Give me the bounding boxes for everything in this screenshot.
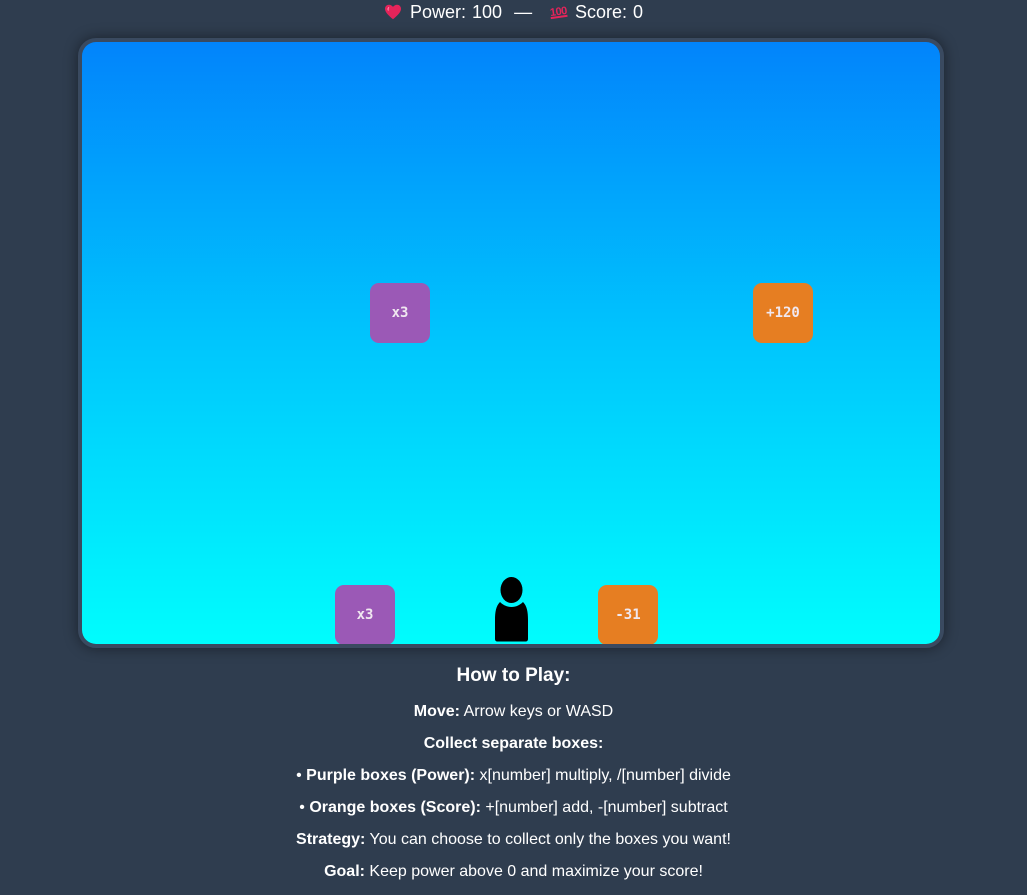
orange-text: +[number] add, -[number] subtract (480, 799, 728, 816)
heart-icon (385, 4, 401, 20)
hundred-points-icon: 100 (549, 4, 568, 20)
purple-text: x[number] multiply, /[number] divide (475, 767, 731, 784)
strategy-instruction: Strategy: You can choose to collect only… (0, 824, 1027, 856)
instructions-panel: How to Play: Move: Arrow keys or WASD Co… (0, 660, 1027, 888)
power-box-label: x3 (391, 305, 409, 321)
orange-bullet: • (299, 799, 310, 816)
goal-label: Goal: (324, 863, 365, 880)
power-value: 100 (472, 1, 503, 22)
strategy-label: Strategy: (296, 831, 366, 848)
move-text: Arrow keys or WASD (460, 703, 614, 720)
hud-separator: — (514, 1, 533, 22)
orange-instruction: • Orange boxes (Score): +[number] add, -… (0, 792, 1027, 824)
game-canvas[interactable]: x3 +120 x3 -31 (82, 42, 940, 644)
collect-instruction: Collect separate boxes: (0, 728, 1027, 760)
score-label: Score: (574, 1, 627, 22)
power-box[interactable]: x3 (370, 283, 430, 343)
score-box-label: +120 (766, 305, 800, 321)
goal-instruction: Goal: Keep power above 0 and maximize yo… (0, 856, 1027, 888)
purple-instruction: • Purple boxes (Power): x[number] multip… (0, 760, 1027, 792)
score-box[interactable]: +120 (753, 283, 813, 343)
move-label: Move: (413, 703, 460, 720)
goal-text: Keep power above 0 and maximize your sco… (364, 863, 703, 880)
score-box-label: -31 (615, 607, 641, 623)
person-silhouette-icon[interactable] (494, 576, 529, 642)
orange-label: Orange boxes (Score): (309, 799, 481, 816)
instructions-title: How to Play: (456, 665, 571, 686)
collect-label: Collect separate boxes: (423, 735, 604, 752)
power-box-label: x3 (356, 607, 374, 623)
move-instruction: Move: Arrow keys or WASD (0, 696, 1027, 728)
power-box[interactable]: x3 (335, 585, 395, 644)
score-value: 0 (632, 1, 643, 22)
purple-label: Purple boxes (Power): (306, 767, 476, 784)
game-frame: x3 +120 x3 -31 (78, 38, 944, 648)
purple-bullet: • (296, 767, 307, 784)
power-label: Power: (410, 1, 467, 22)
score-box[interactable]: -31 (598, 585, 658, 644)
hud-bar: Power: 100 — 100 Score: 0 (0, 0, 1027, 24)
strategy-text: You can choose to collect only the boxes… (365, 831, 731, 848)
